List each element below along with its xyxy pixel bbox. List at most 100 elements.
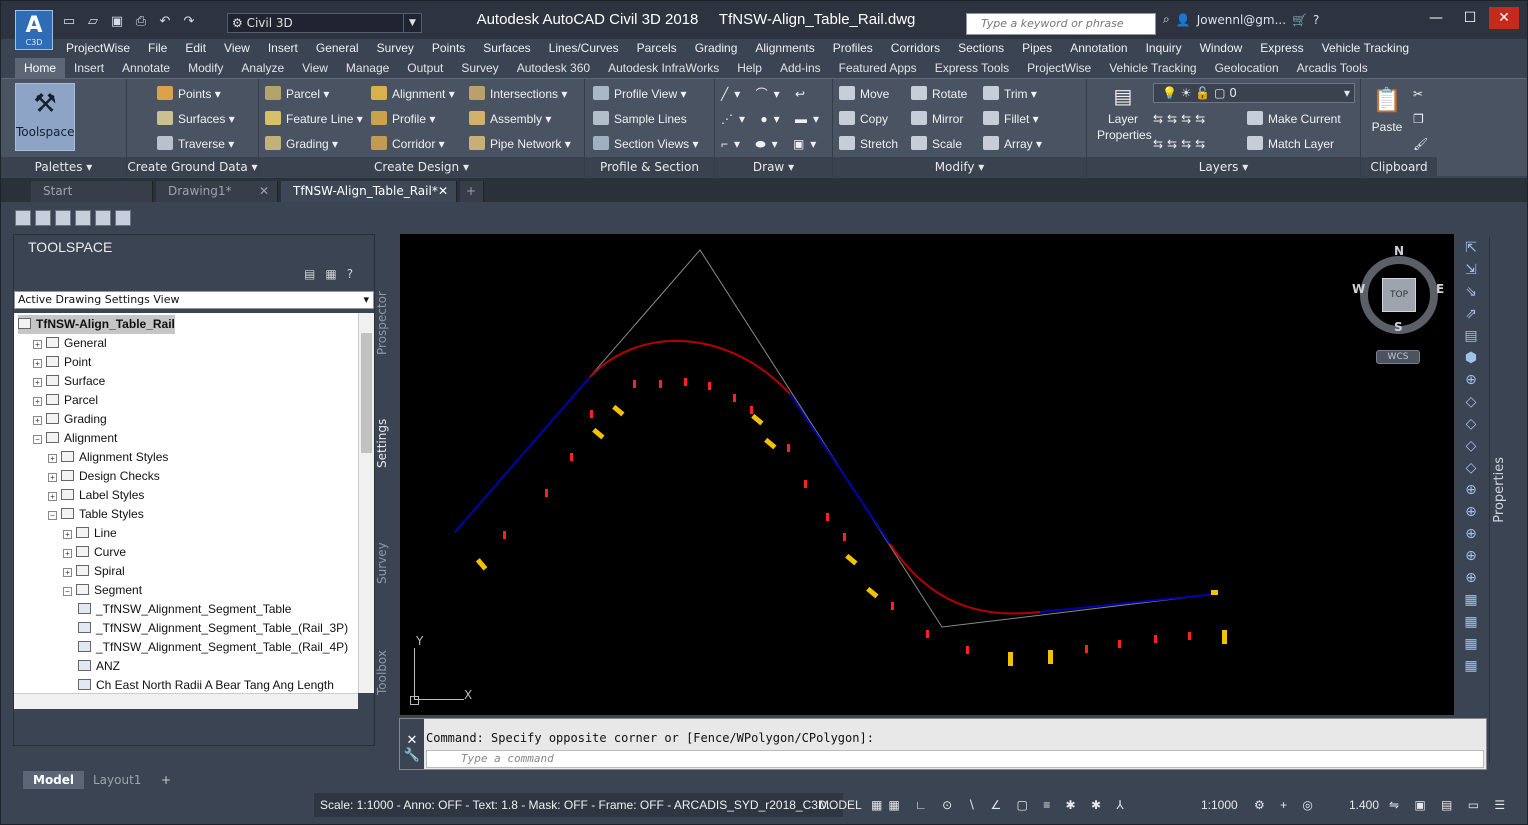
toolbar-icon[interactable] [55,210,71,226]
tab-toolbox[interactable]: Toolbox [375,633,399,713]
cut-icon[interactable]: ✂ [1413,85,1423,103]
array-button[interactable]: Array ▾ [983,135,1042,153]
corridor-button[interactable]: Corridor ▾ [371,135,445,153]
traverse-button[interactable]: Traverse ▾ [157,135,234,153]
tree-item[interactable]: + Alignment Styles [48,448,168,467]
tab-featured-apps[interactable]: Featured Apps [830,58,926,78]
tree-item[interactable]: ANZ [78,657,120,676]
tab-help[interactable]: Help [728,58,771,78]
tab-analyze[interactable]: Analyze [232,58,293,78]
expand-icon[interactable]: + [48,492,57,501]
trim-button[interactable]: Trim ▾ [983,85,1037,103]
tree-toggle-icon[interactable]: ▤ [304,267,315,281]
menu-window[interactable]: Window [1191,39,1252,58]
scale-button[interactable]: Scale [911,135,962,153]
tab-express-tools[interactable]: Express Tools [926,58,1018,78]
close-icon[interactable]: ✕ [400,733,424,748]
expand-icon[interactable]: + [33,378,42,387]
tab-geolocation[interactable]: Geolocation [1206,58,1288,78]
doc-tab-start[interactable]: Start [31,181,153,202]
collapse-icon[interactable]: − [63,587,72,596]
application-menu-button[interactable]: A C3D [15,10,53,50]
alignment-button[interactable]: Alignment ▾ [371,85,455,103]
redo-icon[interactable]: ↷ [179,12,199,32]
expand-icon[interactable]: + [33,397,42,406]
grading-button[interactable]: Grading ▾ [265,135,338,153]
compass-north[interactable]: N [1394,244,1404,258]
tree-item[interactable]: − Table Styles [48,505,144,524]
menu-surfaces[interactable]: Surfaces [474,39,539,58]
expand-icon[interactable]: + [33,359,42,368]
viewcube-top[interactable]: TOP [1382,278,1416,312]
tab-prospector[interactable]: Prospector [375,273,399,373]
menu-express[interactable]: Express [1251,39,1312,58]
properties-label[interactable]: Properties [1492,457,1507,523]
layer-tools-row-2[interactable]: ⇆⇆⇆⇆ [1153,135,1209,153]
tree-item[interactable]: + Grading [33,410,107,429]
menu-projectwise[interactable]: ProjectWise [57,39,139,58]
new-layout-button[interactable]: + [151,771,181,789]
tab-home[interactable]: Home [15,58,66,78]
toolbar-icon[interactable] [115,210,131,226]
toolbar-icon[interactable] [95,210,111,226]
binoculars-icon[interactable]: ⌕ [1163,12,1170,27]
maximize-button[interactable]: ☐ [1455,7,1485,29]
cart-icon[interactable]: 🛒 [1292,13,1307,27]
tab-autodesk-360[interactable]: Autodesk 360 [508,58,599,78]
tree-item[interactable]: + Line [63,524,117,543]
draw-tools-row-1[interactable]: ╱▾ ⌒▾ ↩ [721,85,811,103]
toolbar-icon[interactable] [35,210,51,226]
layer-tools-row-1[interactable]: ⇆⇆⇆⇆ [1153,110,1209,128]
open-icon[interactable]: ▱ [83,12,103,32]
parcel-button[interactable]: Parcel ▾ [265,85,329,103]
intersections-button[interactable]: Intersections ▾ [469,85,567,103]
tree-item[interactable]: + General [33,334,107,353]
lineweight-value[interactable]: 1.400 [1349,797,1379,813]
profile-button[interactable]: Profile ▾ [371,110,435,128]
tab-model[interactable]: Model [23,771,85,789]
command-input[interactable]: Type a command [426,750,1484,768]
user-name[interactable]: Jowennl@gm... [1197,13,1286,27]
undo-icon[interactable]: ↶ [155,12,175,32]
tree-vertical-scrollbar[interactable] [358,313,374,693]
menu-corridors[interactable]: Corridors [882,39,949,58]
palettes-title[interactable]: Palettes ▾ [1,157,126,177]
expand-icon[interactable]: + [48,454,57,463]
collapse-icon[interactable]: − [33,435,42,444]
tab-manage[interactable]: Manage [337,58,398,78]
make-current-button[interactable]: Make Current [1247,110,1341,128]
menu-lines-curves[interactable]: Lines/Curves [540,39,628,58]
expand-icon[interactable]: + [48,473,57,482]
vertical-tool-icons[interactable]: ⇱ ⇲ ⇘ ⇗ ▤ ⬢ ⊕ ◇ ◇ ◇ ◇ ⊕ ⊕ ⊕ ⊕ ⊕ ▦ ▦ ▦ ▦ [1457,237,1485,677]
annotation-scale[interactable]: 1:1000 [1201,797,1238,813]
drafting-tools[interactable]: ▦▦ ∟ ⊙ ∖ ∠ ▢ ≡ ✱ ✱ ⅄ [871,797,1130,813]
tab-annotate[interactable]: Annotate [113,58,179,78]
draw-title[interactable]: Draw ▾ [715,157,832,177]
compass-west[interactable]: W [1352,282,1365,296]
tree-item[interactable]: Ch East North Radii A Bear Tang Ang Leng… [78,676,334,693]
wcs-menu[interactable]: WCS [1376,350,1420,364]
tree-item[interactable]: _TfNSW_Alignment_Segment_Table [78,600,291,619]
menu-edit[interactable]: Edit [176,39,215,58]
menu-file[interactable]: File [139,39,176,58]
menu-grading[interactable]: Grading [686,39,747,58]
menu-annotation[interactable]: Annotation [1061,39,1136,58]
layers-title[interactable]: Layers ▾ [1087,157,1360,177]
menu-vehicle-tracking[interactable]: Vehicle Tracking [1313,39,1418,58]
menu-insert[interactable]: Insert [259,39,307,58]
tree-item[interactable]: + Label Styles [48,486,144,505]
copy-button[interactable]: Copy [839,110,888,128]
viewcube[interactable]: TOP N S W E [1352,244,1444,334]
surfaces-button[interactable]: Surfaces ▾ [157,110,235,128]
collapse-icon[interactable]: − [48,511,57,520]
tab-insert[interactable]: Insert [65,58,113,78]
design-title[interactable]: Create Design ▾ [259,157,584,177]
tab-arcadis-tools[interactable]: Arcadis Tools [1288,58,1377,78]
tree-horizontal-scrollbar[interactable] [14,693,358,709]
tree-item[interactable]: _TfNSW_Alignment_Segment_Table_(Rail_4P) [78,638,348,657]
tree-item[interactable]: − Alignment [33,429,117,448]
feature-line-button[interactable]: Feature Line ▾ [265,110,363,128]
match-properties-icon[interactable]: 🖌 [1413,135,1428,153]
match-layer-button[interactable]: Match Layer [1247,135,1334,153]
layer-properties-button[interactable]: ▤ Layer Properties [1097,83,1152,143]
